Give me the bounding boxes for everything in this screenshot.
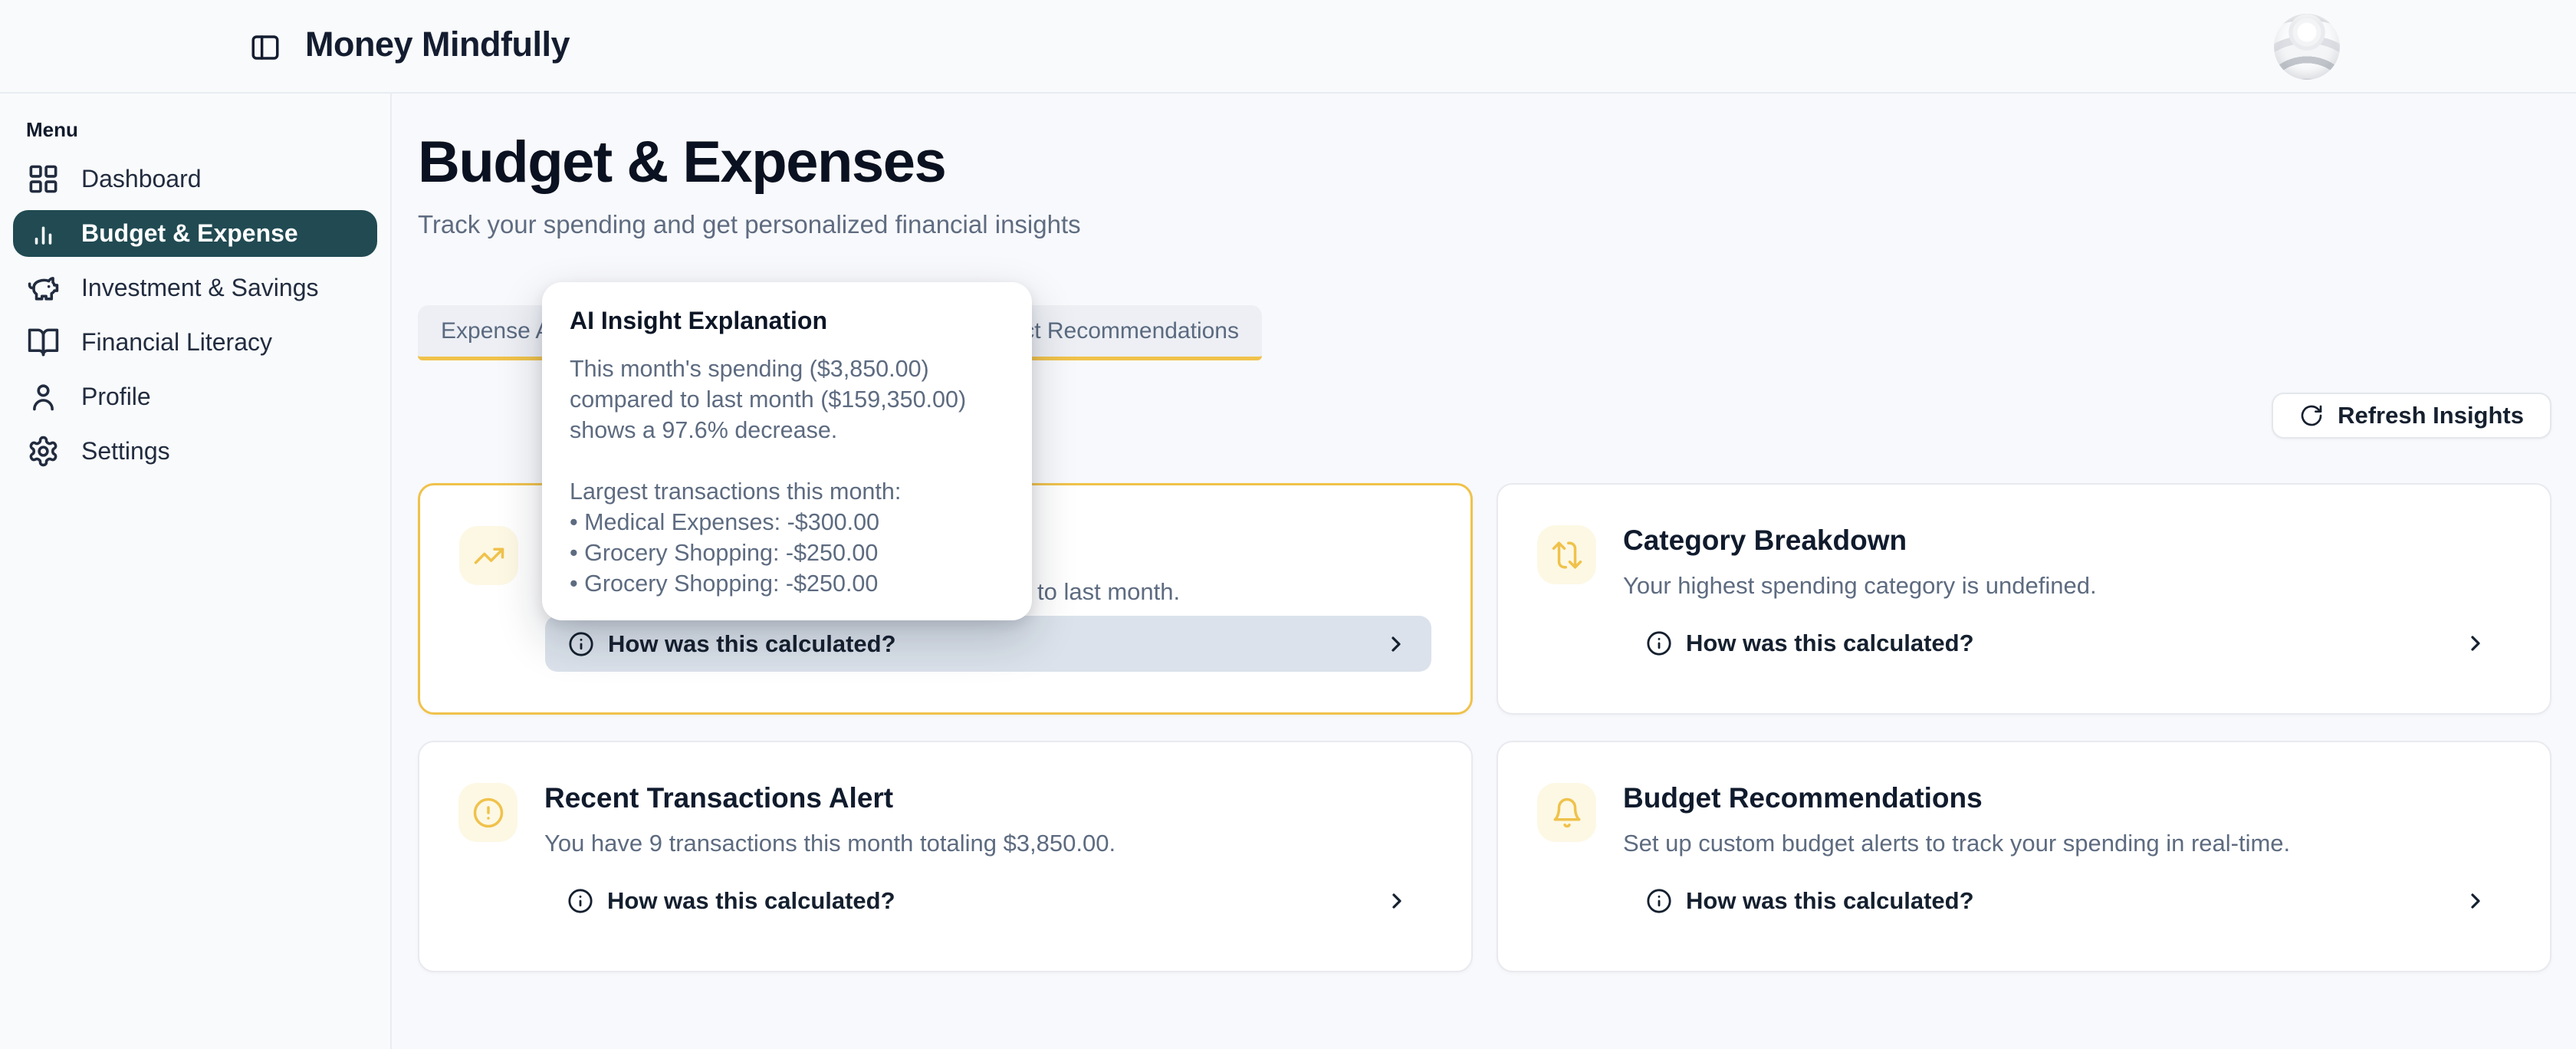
- sidebar-item-settings[interactable]: Settings: [13, 428, 377, 475]
- user-icon: [27, 380, 60, 413]
- sidebar-item-label: Profile: [81, 383, 151, 411]
- card-description: Set up custom budget alerts to track you…: [1623, 828, 2511, 859]
- trending-up-icon: [459, 526, 518, 585]
- page-title: Budget & Expenses: [418, 132, 2551, 193]
- dashboard-icon: [27, 163, 60, 196]
- sidebar-item-financial-literacy[interactable]: Financial Literacy: [13, 319, 377, 366]
- popover-list-item: • Medical Expenses: -$300.00: [570, 507, 1004, 538]
- card-recent-transactions-alert: Recent Transactions Alert You have 9 tra…: [418, 741, 1473, 972]
- card-title: Category Breakdown: [1623, 524, 2511, 557]
- sidebar-item-dashboard[interactable]: Dashboard: [13, 156, 377, 202]
- sidebar-nav: Dashboard Budget & Expense Investment & …: [0, 156, 390, 475]
- card-category-breakdown: Category Breakdown Your highest spending…: [1497, 483, 2551, 715]
- chevron-right-icon: [2463, 889, 2488, 913]
- how-calculated-button[interactable]: How was this calculated?: [544, 873, 1432, 929]
- gear-icon: [27, 435, 60, 468]
- bar-chart-icon: [27, 217, 60, 250]
- repeat-icon: [1537, 525, 1596, 584]
- card-title: Budget Recommendations: [1623, 781, 2511, 815]
- sidebar-item-label: Financial Literacy: [81, 328, 272, 357]
- refresh-insights-button[interactable]: Refresh Insights: [2272, 393, 2551, 439]
- card-description-visible-fragment: to last month.: [1037, 577, 1180, 607]
- chevron-right-icon: [1384, 632, 1408, 656]
- info-icon: [1646, 888, 1672, 914]
- how-calculated-label: How was this calculated?: [608, 630, 896, 658]
- header: Money Mindfully: [0, 0, 2576, 94]
- app-title: Money Mindfully: [305, 25, 570, 64]
- refresh-icon: [2299, 403, 2324, 428]
- page-subtitle: Track your spending and get personalized…: [418, 210, 2551, 239]
- popover-paragraph: This month's spending ($3,850.00) compar…: [570, 354, 1004, 446]
- card-description: Your highest spending category is undefi…: [1623, 571, 2511, 601]
- how-calculated-button[interactable]: How was this calculated?: [1623, 873, 2511, 929]
- book-open-icon: [27, 326, 60, 359]
- card-title: Recent Transactions Alert: [544, 781, 1432, 815]
- sidebar-item-label: Investment & Savings: [81, 274, 318, 302]
- sidebar-item-label: Settings: [81, 437, 170, 465]
- refresh-insights-label: Refresh Insights: [2338, 402, 2524, 429]
- how-calculated-label: How was this calculated?: [607, 887, 895, 915]
- info-icon: [567, 888, 593, 914]
- avatar[interactable]: [2274, 14, 2340, 80]
- popover-title: AI Insight Explanation: [570, 307, 1004, 335]
- sidebar-item-budget-expense[interactable]: Budget & Expense: [13, 210, 377, 257]
- how-calculated-label: How was this calculated?: [1686, 630, 1974, 657]
- info-icon: [568, 631, 594, 657]
- alert-circle-icon: [458, 783, 518, 842]
- sidebar: Menu Dashboard Budget & Expense Investme…: [0, 94, 392, 1049]
- chevron-right-icon: [1385, 889, 1409, 913]
- piggy-bank-icon: [27, 271, 60, 304]
- ai-insight-popover: AI Insight Explanation This month's spen…: [542, 282, 1032, 620]
- menu-label: Menu: [26, 118, 390, 142]
- card-budget-recommendations: Budget Recommendations Set up custom bud…: [1497, 741, 2551, 972]
- bell-icon: [1537, 783, 1596, 842]
- chevron-right-icon: [2463, 631, 2488, 656]
- how-calculated-button[interactable]: How was this calculated?: [545, 616, 1431, 672]
- info-icon: [1646, 630, 1672, 656]
- popover-list-item: • Grocery Shopping: -$250.00: [570, 538, 1004, 568]
- card-description: You have 9 transactions this month total…: [544, 828, 1432, 859]
- sidebar-item-label: Dashboard: [81, 165, 202, 193]
- sidebar-toggle-button[interactable]: [247, 29, 284, 66]
- popover-list-heading: Largest transactions this month:: [570, 476, 1004, 507]
- panel-left-icon: [249, 31, 281, 64]
- sidebar-item-profile[interactable]: Profile: [13, 373, 377, 420]
- sidebar-item-label: Budget & Expense: [81, 219, 298, 248]
- sidebar-item-investment-savings[interactable]: Investment & Savings: [13, 265, 377, 311]
- how-calculated-label: How was this calculated?: [1686, 887, 1974, 915]
- how-calculated-button[interactable]: How was this calculated?: [1623, 615, 2511, 671]
- popover-list-item: • Grocery Shopping: -$250.00: [570, 568, 1004, 599]
